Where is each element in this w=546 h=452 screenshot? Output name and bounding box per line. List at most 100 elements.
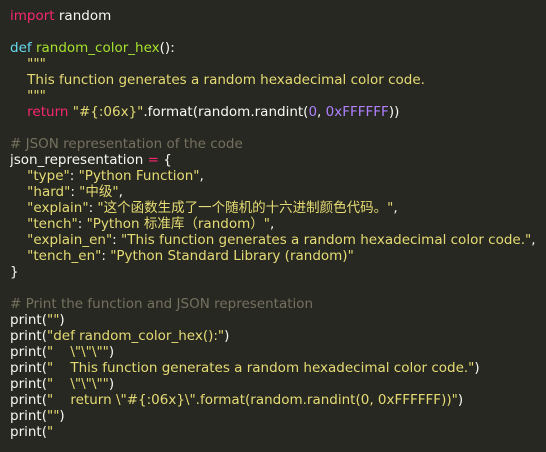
code-token-kw: import xyxy=(10,8,55,24)
code-token-txt: print( xyxy=(10,360,47,376)
code-token-kw: return xyxy=(27,104,69,120)
code-token-txt: print( xyxy=(10,328,47,344)
code-line: """ xyxy=(10,56,546,72)
code-token-txt: print( xyxy=(10,392,47,408)
code-token-str: "type" xyxy=(27,168,70,184)
code-token-str: "Python Function" xyxy=(78,168,200,184)
code-token-str: "explain_en" xyxy=(27,232,113,248)
code-token-str: "" xyxy=(47,408,60,424)
code-line: print(" xyxy=(10,424,546,440)
code-token-str: " \"\"\"" xyxy=(47,344,109,360)
code-token-txt: ) xyxy=(474,360,480,376)
code-token-cmt: # Print the function and JSON representa… xyxy=(10,296,314,312)
code-token-str: This function generates a random hexadec… xyxy=(10,72,425,88)
code-token-def: def xyxy=(10,40,32,56)
code-line: ​ xyxy=(10,280,546,296)
code-line: def random_color_hex(): xyxy=(10,40,546,56)
code-token-str: """ xyxy=(10,56,46,72)
code-token-txt: print( xyxy=(10,424,47,440)
code-token-str: "tench" xyxy=(27,216,78,232)
code-token-num: 0xFFFFFF xyxy=(325,104,389,120)
code-token-txt: ) xyxy=(108,344,115,360)
code-line: """ xyxy=(10,88,546,104)
code-line: ​ xyxy=(10,24,546,40)
code-token-txt: json_representation xyxy=(10,152,148,168)
code-line: # Print the function and JSON representa… xyxy=(10,296,546,312)
code-token-str: "这个函数生成了一个随机的十六进制颜色代码。" xyxy=(97,200,394,216)
code-line: json_representation = { xyxy=(10,152,546,168)
code-token-str: "explain" xyxy=(27,200,89,216)
code-token-txt: : xyxy=(112,232,122,248)
code-token-str: " xyxy=(47,424,54,440)
code-token-txt: : xyxy=(69,168,79,184)
code-token-cmt: # JSON representation of the code xyxy=(10,136,243,152)
code-token-txt: .format(random.randint( xyxy=(143,104,309,120)
code-token-txt: { xyxy=(158,152,172,168)
code-token-txt: random xyxy=(54,8,112,24)
code-editor[interactable]: import random​def random_color_hex(): ""… xyxy=(0,0,546,452)
code-line: # JSON representation of the code xyxy=(10,136,546,152)
code-line: return "#{:06x}".format(random.randint(0… xyxy=(10,104,546,120)
code-token-txt: : xyxy=(101,248,111,264)
code-line: "type": "Python Function", xyxy=(10,168,546,184)
code-token-txt: print( xyxy=(10,312,47,328)
code-line: "tench": "Python 标准库（random）", xyxy=(10,216,546,232)
code-token-txt: print( xyxy=(10,376,47,392)
code-token-txt: ) xyxy=(108,376,115,392)
code-token-str: "Python Standard Library (random)" xyxy=(110,248,354,264)
code-token-op: = xyxy=(147,152,159,168)
code-token-str: "#{:06x}" xyxy=(72,104,144,120)
code-line: "explain_en": "This function generates a… xyxy=(10,232,546,248)
code-line: print(" This function generates a random… xyxy=(10,360,546,376)
code-line: "tench_en": "Python Standard Library (ra… xyxy=(10,248,546,264)
code-line: print(" return \"#{:06x}\".format(random… xyxy=(10,392,546,408)
code-line: } xyxy=(10,264,546,280)
code-line: print(" \"\"\"") xyxy=(10,344,546,360)
code-token-txt: : xyxy=(70,184,80,200)
code-token-txt: , xyxy=(118,184,123,200)
code-line: This function generates a random hexadec… xyxy=(10,72,546,88)
code-token-str: "Python 标准库（random）" xyxy=(86,216,270,232)
code-line: print(" \"\"\"") xyxy=(10,376,546,392)
code-token-txt: , xyxy=(317,104,326,120)
code-token-txt: print( xyxy=(10,344,47,360)
code-token-txt: } xyxy=(10,264,19,280)
code-token-num: 0 xyxy=(308,104,318,120)
code-token-str: "中级" xyxy=(79,184,119,200)
code-token-txt: ) xyxy=(457,392,464,408)
code-line: print("def random_color_hex():") xyxy=(10,328,546,344)
code-token-str: "" xyxy=(47,312,60,328)
code-token-str: "hard" xyxy=(27,184,71,200)
code-token-str: "This function generates a random hexade… xyxy=(121,232,532,248)
code-line: "hard": "中级", xyxy=(10,184,546,200)
code-line: print("") xyxy=(10,408,546,424)
code-token-txt: ) xyxy=(59,408,65,424)
code-line: import random xyxy=(10,8,546,24)
code-token-txt: (): xyxy=(159,40,175,56)
code-token-txt: print( xyxy=(10,408,47,424)
code-token-str: " This function generates a random hexad… xyxy=(47,360,475,376)
code-token-txt: , xyxy=(269,216,275,232)
code-token-txt: ) xyxy=(224,328,230,344)
code-token-str: " return \"#{:06x}\".format(random.randi… xyxy=(47,392,458,408)
code-token-txt: , xyxy=(531,232,536,248)
code-token-txt: , xyxy=(199,168,204,184)
code-token-str: "tench_en" xyxy=(27,248,102,264)
code-token-txt: )) xyxy=(388,104,400,120)
code-token-str: "def random_color_hex():" xyxy=(47,328,225,344)
code-token-str: " \"\"\"" xyxy=(47,376,109,392)
code-token-fn: random_color_hex xyxy=(35,40,160,56)
code-line: print("") xyxy=(10,312,546,328)
code-token-txt: ) xyxy=(59,312,65,328)
code-token-str: """ xyxy=(10,88,46,104)
code-line: ​ xyxy=(10,120,546,136)
code-line: "explain": "这个函数生成了一个随机的十六进制颜色代码。", xyxy=(10,200,546,216)
code-token-txt: , xyxy=(393,200,398,216)
